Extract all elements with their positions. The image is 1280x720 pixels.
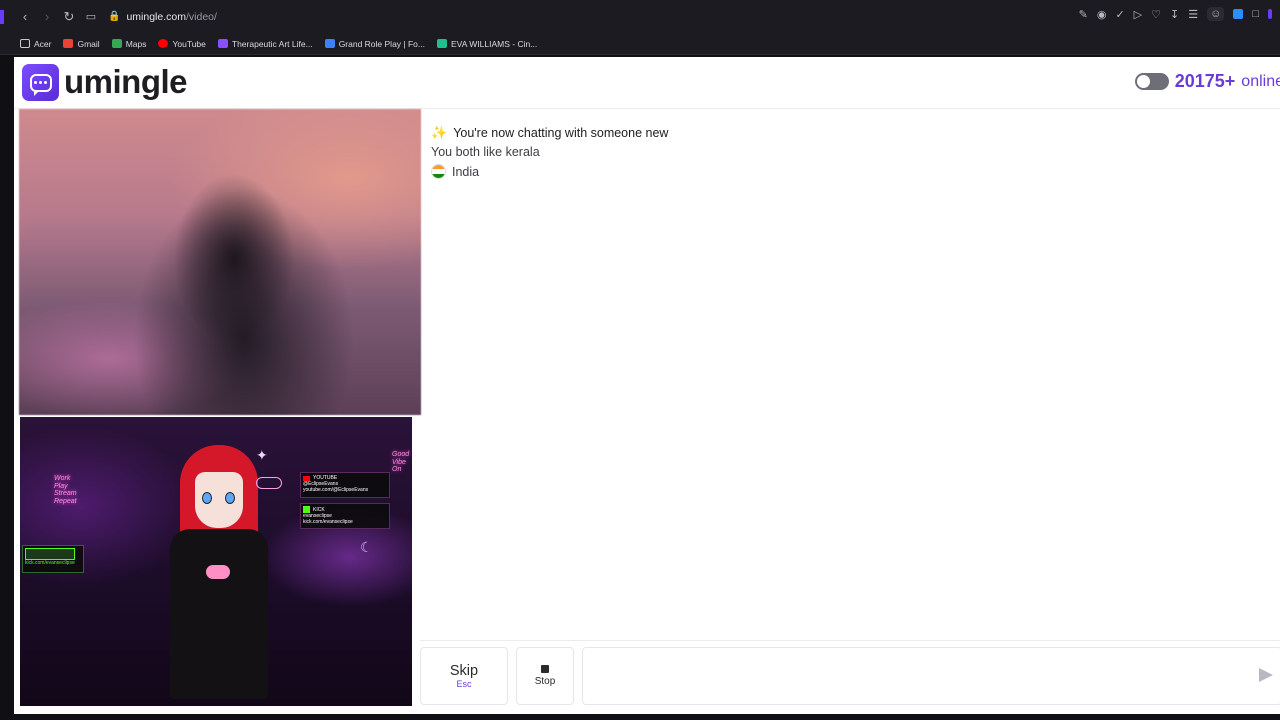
chat-status-line: ✨ You're now chatting with someone new: [431, 125, 668, 141]
stop-button[interactable]: Stop: [516, 647, 574, 705]
kick-panel: KICK evanseclipse kick.com/evanseclipse: [300, 503, 390, 529]
stop-label: Stop: [534, 676, 556, 687]
send-icon[interactable]: [1259, 668, 1273, 682]
toolbar-icons: ✎ ◉ ✓ ▷ ♡ ↧ ☰ ☺ □: [1079, 7, 1272, 21]
kick-icon: [303, 506, 310, 513]
common-interest-line: You both like kerala: [431, 145, 540, 159]
game-icon: [324, 39, 335, 48]
extension-edge-icon: [1268, 9, 1272, 19]
bookmark-eva-williams[interactable]: EVA WILLIAMS - Cin...: [437, 39, 537, 49]
heart-icon[interactable]: ♡: [1151, 8, 1161, 21]
cube-icon[interactable]: □: [1252, 8, 1259, 20]
bottom-frame: [0, 714, 1280, 720]
site-header: umingle 20175+ online: [14, 57, 1280, 109]
forward-icon[interactable]: ›: [36, 6, 58, 28]
folder-icon: [20, 39, 30, 48]
skip-button[interactable]: Skip Esc: [420, 647, 508, 705]
online-count: 20175+: [1174, 71, 1236, 91]
stop-icon: [541, 665, 549, 673]
back-icon[interactable]: ‹: [14, 6, 36, 28]
shield-icon[interactable]: ✓: [1115, 8, 1124, 21]
edit-icon[interactable]: ✎: [1079, 8, 1088, 21]
india-flag-icon: [431, 164, 446, 179]
url-host: umingle.com: [126, 10, 186, 23]
screen-share-icon[interactable]: ▭: [80, 6, 102, 28]
cloud-icon: [256, 477, 282, 489]
message-input[interactable]: [582, 647, 1280, 705]
sidebar-edge: [0, 10, 4, 24]
page-left-rail: [0, 55, 14, 720]
logo-text[interactable]: umingle: [64, 63, 188, 101]
reload-icon[interactable]: ↻: [58, 6, 80, 28]
theme-toggle[interactable]: [1134, 73, 1169, 90]
bookmark-youtube[interactable]: YouTube: [158, 39, 206, 49]
film-icon: [437, 39, 447, 48]
online-indicator: 20175+ online: [1134, 71, 1280, 92]
youtube-icon: [158, 39, 169, 48]
chat-log: ✨ You're now chatting with someone new Y…: [420, 109, 1280, 641]
youtube-panel: YOUTUBE @EclipseEvans youtube.com/@Eclip…: [300, 472, 390, 498]
avatar-eye-right: [225, 492, 235, 504]
avatar-body: [170, 529, 268, 699]
online-label: online: [1241, 72, 1280, 90]
chat-status-text: You're now chatting with someone new: [453, 126, 669, 140]
play-icon[interactable]: ▷: [1134, 8, 1142, 21]
bookmark-grand-role-play[interactable]: Grand Role Play | Fo...: [324, 39, 425, 49]
address-bar[interactable]: 🔒 umingle.com/video/: [108, 11, 217, 23]
common-interest-text: You both like kerala: [431, 145, 540, 159]
heart-icon: [206, 565, 230, 579]
art-icon: [217, 39, 228, 48]
camera-icon[interactable]: ◉: [1097, 8, 1107, 21]
gmail-icon: [63, 39, 74, 48]
url-path: /video/: [185, 10, 217, 23]
bookmark-therapeutic-art[interactable]: Therapeutic Art Life...: [217, 39, 313, 49]
bookmark-acer[interactable]: Acer: [20, 39, 51, 49]
sparkles-icon: ✨: [431, 125, 448, 140]
sparkle-icon: ✦: [256, 447, 268, 463]
stranger-video: [19, 109, 421, 415]
profile-icon[interactable]: ☺: [1207, 7, 1225, 21]
umingle-page: umingle 20175+ online Work Play Stream R…: [14, 57, 1280, 714]
bookmarks-bar: Acer Gmail Maps YouTube Therapeutic Art …: [0, 33, 1280, 55]
download-icon[interactable]: ↧: [1170, 8, 1179, 21]
lock-icon: 🔒: [108, 11, 121, 22]
chat-bubble-icon[interactable]: [22, 64, 59, 101]
maps-icon: [111, 39, 122, 48]
bookmark-maps[interactable]: Maps: [111, 39, 146, 49]
neon-sign-right: Good Vibe On: [392, 451, 410, 474]
bookmark-gmail[interactable]: Gmail: [63, 39, 100, 49]
self-video: Work Play Stream Repeat Good Vibe On YOU…: [20, 417, 412, 706]
country-line: India: [431, 164, 479, 179]
extension-icon[interactable]: [1233, 9, 1244, 19]
country-text: India: [452, 164, 480, 179]
chat-controls: Skip Esc Stop: [420, 647, 1280, 707]
youtube-icon: [303, 475, 310, 481]
skip-label: Skip: [449, 663, 479, 679]
browser-toolbar: ‹ › ↻ ▭ 🔒 umingle.com/video/ ✎ ◉ ✓ ▷ ♡ ↧…: [0, 0, 1280, 33]
moon-icon: ☾: [360, 539, 373, 555]
menu-icon[interactable]: ☰: [1188, 8, 1198, 21]
avatar-eye-left: [202, 492, 212, 504]
neon-sign-left: Work Play Stream Repeat: [54, 475, 77, 506]
kick-logo-icon: [25, 548, 75, 560]
skip-shortcut-hint: Esc: [456, 679, 472, 689]
kick-small-panel: kick.com/evanseclipse: [22, 545, 84, 573]
